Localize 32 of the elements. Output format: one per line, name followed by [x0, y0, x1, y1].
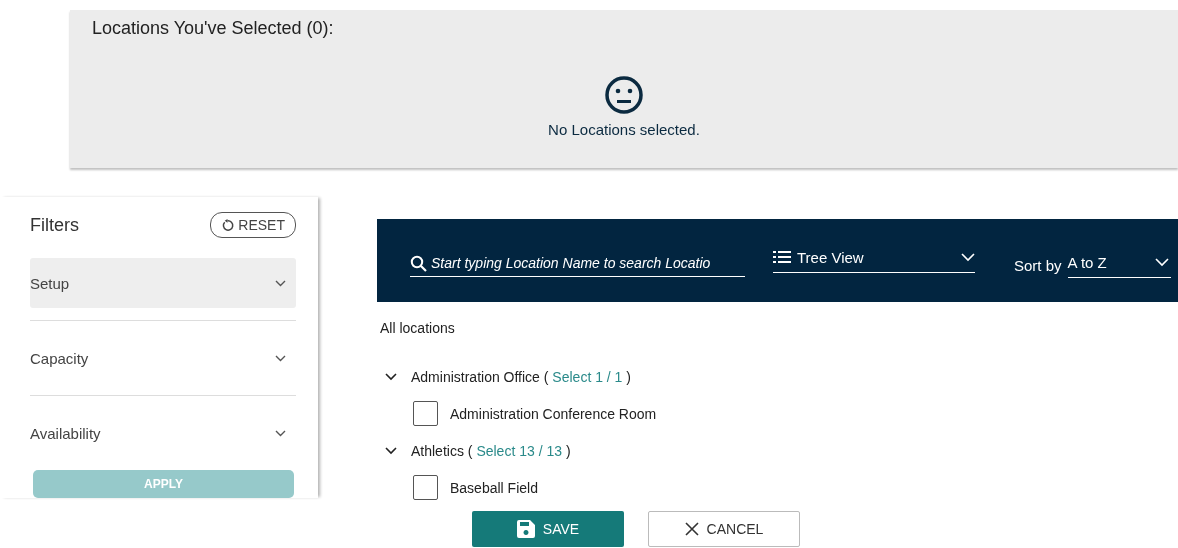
location-name: Baseball Field: [450, 479, 538, 496]
select-link[interactable]: Select 1 / 1: [552, 368, 623, 385]
chevron-icon[interactable]: [385, 446, 397, 455]
chevron-down-icon: [1154, 257, 1169, 267]
sort-label: Sort by: [1014, 257, 1062, 274]
chevron-icon: [275, 279, 286, 287]
checkbox[interactable]: [413, 401, 438, 426]
location-name: Administration Conference Room: [450, 405, 657, 422]
view-select[interactable]: Tree View: [773, 248, 975, 273]
checkbox[interactable]: [413, 475, 438, 500]
chevron-icon[interactable]: [385, 372, 397, 381]
reset-button[interactable]: RESET: [210, 212, 296, 238]
sort-select[interactable]: A to Z: [1067, 253, 1171, 278]
chevron-down-icon: [961, 252, 975, 262]
chevron-icon: [275, 354, 286, 362]
search-field[interactable]: Start typing Location Name to search Locatio: [410, 254, 745, 277]
save-button[interactable]: SAVE: [472, 511, 624, 547]
reset-icon: [221, 218, 235, 232]
neutral-face-icon: [604, 75, 644, 115]
list-icon: [773, 251, 791, 263]
empty-message: No Locations selected.: [548, 121, 700, 138]
group-name: Athletics ( Select 13 / 13 ): [411, 442, 571, 459]
close-icon: [684, 522, 699, 536]
panel-title: Locations You've Selected (0):: [92, 18, 334, 39]
select-link[interactable]: Select 13 / 13: [476, 442, 562, 459]
search-icon: [410, 254, 427, 272]
cancel-button[interactable]: CANCEL: [648, 511, 800, 547]
group-name: Administration Office ( Select 1 / 1 ): [411, 368, 631, 385]
filter-item[interactable]: Setup: [30, 258, 296, 308]
filters-title: Filters: [30, 214, 79, 236]
chevron-icon: [275, 429, 286, 437]
tree-root: All locations: [380, 320, 456, 336]
